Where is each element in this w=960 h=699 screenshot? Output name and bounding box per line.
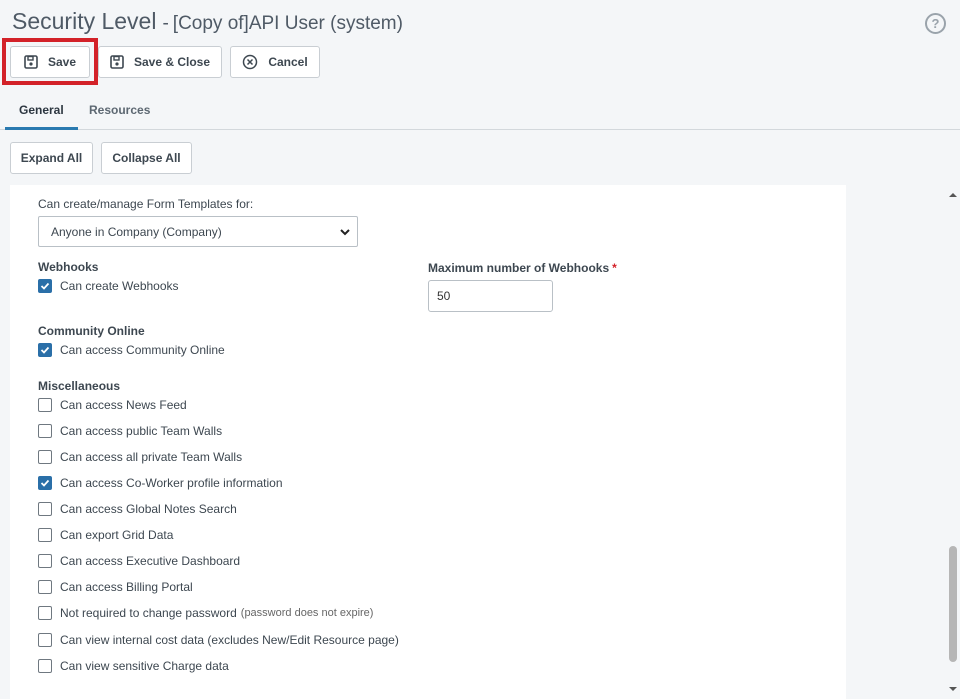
- cancel-button-label: Cancel: [268, 55, 308, 69]
- misc-item-row[interactable]: Can access Global Notes Search: [38, 502, 237, 516]
- can-create-webhooks-label: Can create Webhooks: [60, 279, 179, 293]
- checkbox-can-create-webhooks[interactable]: [38, 279, 52, 293]
- misc-item-checkbox[interactable]: [38, 528, 52, 542]
- check-icon: [40, 346, 50, 354]
- misc-item-row[interactable]: Can view sensitive Charge data: [38, 659, 229, 673]
- misc-item-checkbox[interactable]: [38, 502, 52, 516]
- misc-item-label: Can access News Feed: [60, 398, 187, 412]
- help-icon[interactable]: ?: [925, 13, 946, 34]
- misc-item-label: Can view internal cost data (excludes Ne…: [60, 633, 399, 647]
- form-templates-select[interactable]: Anyone in Company (Company): [38, 216, 358, 247]
- form-templates-selected-value: Anyone in Company (Company): [51, 224, 222, 239]
- misc-item-checkbox[interactable]: [38, 398, 52, 412]
- misc-item-label: Can access all private Team Walls: [60, 450, 243, 464]
- scrollbar-thumb[interactable]: [949, 546, 957, 662]
- save-close-button-label: Save & Close: [133, 55, 211, 69]
- scroll-up-arrow-icon[interactable]: [948, 191, 958, 199]
- misc-section-title: Miscellaneous: [38, 379, 121, 393]
- misc-item-row[interactable]: Can access Co-Worker profile information: [38, 476, 283, 490]
- misc-item-row[interactable]: Can export Grid Data: [38, 528, 173, 542]
- misc-item-label: Can access Co-Worker profile information: [60, 476, 283, 490]
- misc-item-checkbox[interactable]: [38, 424, 52, 438]
- misc-item-checkbox[interactable]: [38, 659, 52, 673]
- scroll-down-arrow-icon[interactable]: [948, 685, 958, 693]
- misc-item-checkbox[interactable]: [38, 633, 52, 647]
- misc-item-checkbox[interactable]: [38, 606, 52, 620]
- misc-item-row[interactable]: Can view internal cost data (excludes Ne…: [38, 633, 399, 647]
- misc-item-row[interactable]: Not required to change password (password…: [38, 606, 373, 620]
- misc-item-row[interactable]: Can access public Team Walls: [38, 424, 222, 438]
- save-button-highlight: [2, 38, 98, 85]
- community-can-access-row[interactable]: Can access Community Online: [38, 343, 225, 357]
- collapse-all-button[interactable]: Collapse All: [101, 142, 192, 174]
- check-icon: [40, 479, 50, 487]
- save-close-button[interactable]: Save & Close: [98, 46, 222, 78]
- can-access-community-label: Can access Community Online: [60, 343, 225, 357]
- form-panel: Can create/manage Form Templates for: An…: [10, 185, 846, 699]
- tab-resources[interactable]: Resources: [75, 96, 164, 130]
- cancel-circle-icon: [243, 54, 258, 70]
- misc-item-row[interactable]: Can access Executive Dashboard: [38, 554, 240, 568]
- chevron-down-icon: [340, 229, 350, 236]
- misc-item-checkbox[interactable]: [38, 580, 52, 594]
- page-title-main: Security Level: [12, 8, 157, 34]
- misc-item-row[interactable]: Can access all private Team Walls: [38, 450, 242, 464]
- cancel-button[interactable]: Cancel: [230, 46, 320, 78]
- misc-item-label: Can view sensitive Charge data: [60, 659, 229, 673]
- max-webhooks-label: Maximum number of Webhooks *: [428, 261, 617, 275]
- misc-item-checkbox[interactable]: [38, 450, 52, 464]
- required-marker: *: [612, 261, 617, 275]
- page-title: Security Level - [Copy of]API User (syst…: [12, 8, 403, 40]
- community-section-title: Community Online: [38, 324, 145, 338]
- misc-item-label: Can export Grid Data: [60, 528, 174, 542]
- misc-item-row[interactable]: Can access Billing Portal: [38, 580, 193, 594]
- misc-item-label: Not required to change password: [60, 606, 237, 620]
- misc-item-label: Can access Billing Portal: [60, 580, 193, 594]
- max-webhooks-label-text: Maximum number of Webhooks: [428, 261, 610, 275]
- max-webhooks-input[interactable]: [428, 280, 553, 312]
- misc-item-checkbox[interactable]: [38, 476, 52, 490]
- misc-item-label: Can access Executive Dashboard: [60, 554, 241, 568]
- expand-all-button[interactable]: Expand All: [10, 142, 93, 174]
- page-title-separator: -: [162, 13, 169, 34]
- misc-item-checkbox[interactable]: [38, 554, 52, 568]
- webhooks-section-title: Webhooks: [38, 260, 99, 274]
- page-title-subtitle: [Copy of]API User (system): [172, 13, 403, 34]
- misc-item-note: (password does not expire): [240, 607, 374, 619]
- misc-item-label: Can access public Team Walls: [60, 424, 223, 438]
- misc-item-row[interactable]: Can access News Feed: [38, 398, 187, 412]
- misc-item-label: Can access Global Notes Search: [60, 502, 237, 516]
- check-icon: [40, 282, 50, 290]
- vertical-scrollbar[interactable]: [946, 185, 960, 699]
- webhooks-can-create-row[interactable]: Can create Webhooks: [38, 279, 179, 293]
- form-templates-label: Can create/manage Form Templates for:: [38, 197, 254, 211]
- floppy-disk-icon: [110, 55, 124, 69]
- checkbox-can-access-community[interactable]: [38, 343, 52, 357]
- tab-general[interactable]: General: [5, 96, 78, 130]
